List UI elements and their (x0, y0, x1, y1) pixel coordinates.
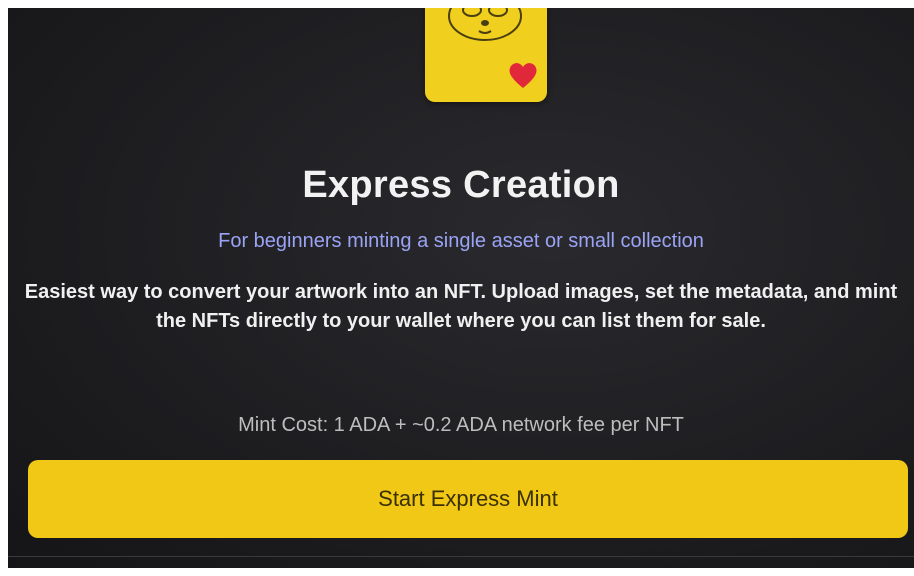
heart-icon (509, 63, 537, 88)
mascot-card-image (425, 8, 547, 102)
divider (8, 556, 914, 557)
express-creation-panel: Express Creation For beginners minting a… (8, 8, 914, 568)
start-express-mint-button[interactable]: Start Express Mint (28, 460, 908, 538)
feature-description: Easiest way to convert your artwork into… (24, 281, 898, 332)
mint-cost-text: Mint Cost: 1 ADA + ~0.2 ADA network fee … (238, 414, 684, 436)
page-title: Express Creation (302, 164, 620, 206)
page-subtitle: For beginners minting a single asset or … (218, 230, 704, 252)
